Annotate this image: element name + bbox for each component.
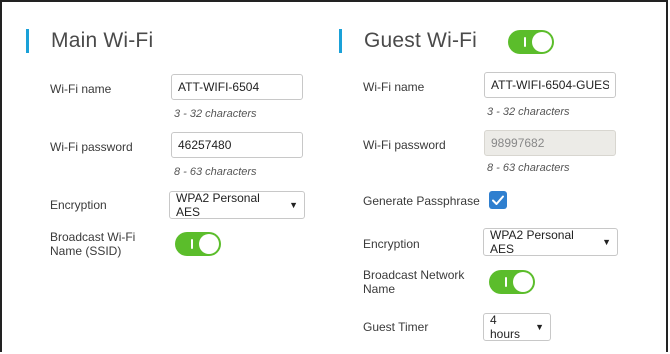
main-wifi-password-hint: 8 - 63 characters <box>174 166 257 178</box>
toggle-knob <box>513 272 533 292</box>
main-encryption-value: WPA2 Personal AES <box>176 191 260 219</box>
main-wifi-title: Main Wi-Fi <box>51 29 154 52</box>
main-broadcast-toggle[interactable] <box>175 232 221 256</box>
guest-wifi-title: Guest Wi-Fi <box>364 29 478 52</box>
generate-passphrase-label: Generate Passphrase <box>363 194 480 208</box>
main-wifi-password-input[interactable] <box>171 132 303 158</box>
guest-wifi-name-label: Wi-Fi name <box>363 80 425 94</box>
guest-encryption-value: WPA2 Personal AES <box>490 228 574 256</box>
guest-encryption-label: Encryption <box>363 237 420 251</box>
caret-down-icon: ▼ <box>602 237 611 247</box>
guest-wifi-name-input[interactable] <box>484 72 616 98</box>
guest-broadcast-label-line1: Broadcast Network <box>363 268 465 282</box>
wifi-settings-panel: Main Wi-Fi Wi-Fi name 3 - 32 characters … <box>0 0 668 352</box>
guest-timer-value: 4 hours <box>490 313 521 341</box>
checkmark-icon <box>492 195 504 205</box>
main-broadcast-label-line2: Name (SSID) <box>50 244 122 258</box>
toggle-on-indicator <box>191 239 193 249</box>
main-wifi-password-label: Wi-Fi password <box>50 140 133 154</box>
guest-wifi-header: Guest Wi-Fi <box>339 28 477 54</box>
guest-wifi-password-input <box>484 130 616 156</box>
guest-timer-label: Guest Timer <box>363 320 429 334</box>
section-accent-bar <box>339 29 342 53</box>
main-encryption-select[interactable]: WPA2 Personal AES ▼ <box>169 191 305 219</box>
toggle-on-indicator <box>505 277 507 287</box>
guest-timer-select[interactable]: 4 hours ▼ <box>483 313 551 341</box>
section-accent-bar <box>26 29 29 53</box>
generate-passphrase-checkbox[interactable] <box>489 191 507 209</box>
caret-down-icon: ▼ <box>289 200 298 210</box>
main-broadcast-label-line1: Broadcast Wi-Fi <box>50 230 136 244</box>
main-encryption-label: Encryption <box>50 198 107 212</box>
toggle-on-indicator <box>524 37 526 47</box>
caret-down-icon: ▼ <box>535 322 544 332</box>
guest-wifi-name-hint: 3 - 32 characters <box>487 106 570 118</box>
toggle-knob <box>199 234 219 254</box>
main-wifi-name-input[interactable] <box>171 74 303 100</box>
guest-broadcast-label-line2: Name <box>363 282 396 296</box>
main-wifi-header: Main Wi-Fi <box>26 28 153 54</box>
main-wifi-name-label: Wi-Fi name <box>50 82 112 96</box>
guest-broadcast-toggle[interactable] <box>489 270 535 294</box>
main-broadcast-label: Broadcast Wi-Fi Name (SSID) <box>50 230 135 258</box>
guest-wifi-password-hint: 8 - 63 characters <box>487 162 570 174</box>
guest-wifi-enable-toggle[interactable] <box>508 30 554 54</box>
guest-encryption-select[interactable]: WPA2 Personal AES ▼ <box>483 228 618 256</box>
guest-wifi-password-label: Wi-Fi password <box>363 138 446 152</box>
guest-broadcast-label: Broadcast Network Name <box>363 268 464 296</box>
main-wifi-name-hint: 3 - 32 characters <box>174 108 257 120</box>
toggle-knob <box>532 32 552 52</box>
